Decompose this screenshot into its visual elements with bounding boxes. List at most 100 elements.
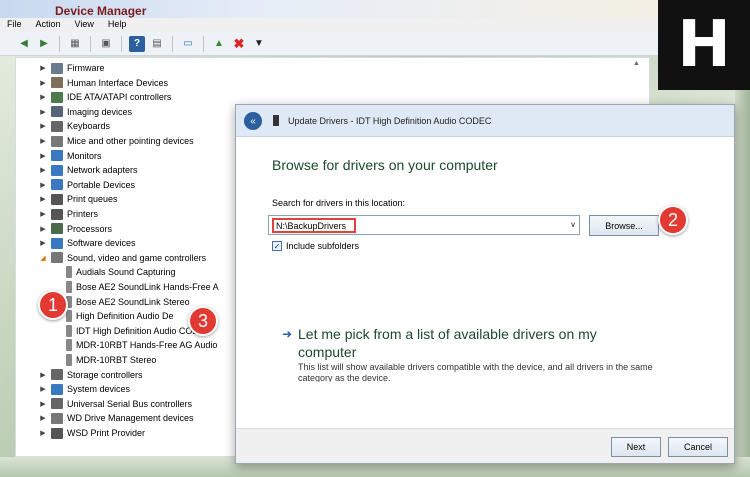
collapsed-arrow-icon[interactable]: ▶ xyxy=(38,429,48,437)
driver-path-combobox[interactable]: ∨ xyxy=(268,215,580,235)
collapsed-arrow-icon[interactable]: ▶ xyxy=(38,371,48,379)
tree-category[interactable]: ▶ Print queues xyxy=(38,192,118,206)
menu-bar: File Action View Help xyxy=(0,18,680,32)
back-arrow-icon[interactable]: ◀ xyxy=(16,36,32,52)
device-icon xyxy=(51,106,63,118)
step-badge-3: 3 xyxy=(188,306,218,336)
tree-item-label: Sound, video and game controllers xyxy=(67,252,207,263)
device-icon xyxy=(51,252,63,264)
monitor-scan-icon[interactable]: ▭ xyxy=(180,36,196,52)
tree-device[interactable]: Bose AE2 SoundLink Stereo xyxy=(58,295,190,309)
tree-category[interactable]: ▶ System devices xyxy=(38,382,130,396)
tree-category[interactable]: ▶ Keyboards xyxy=(38,119,110,133)
disable-icon[interactable]: ▼ xyxy=(251,36,267,52)
tree-category[interactable]: ◢ Sound, video and game controllers xyxy=(38,251,206,265)
collapsed-arrow-icon[interactable]: ▶ xyxy=(38,181,48,189)
collapsed-arrow-icon[interactable]: ▶ xyxy=(38,414,48,422)
tree-item-label: WD Drive Management devices xyxy=(67,413,194,424)
tree-category[interactable]: ▶ Printers xyxy=(38,207,98,221)
tree-device[interactable]: MDR-10RBT Hands-Free AG Audio xyxy=(58,338,217,352)
tree-category[interactable]: ▶ WD Drive Management devices xyxy=(38,411,194,425)
device-icon xyxy=(273,115,279,126)
device-icon xyxy=(51,398,63,410)
device-icon xyxy=(66,266,72,279)
collapsed-arrow-icon[interactable]: ▶ xyxy=(38,210,48,218)
toolbar-separator xyxy=(203,35,204,52)
driver-path-input[interactable] xyxy=(272,218,356,233)
collapsed-arrow-icon[interactable]: ▶ xyxy=(38,93,48,101)
tree-category[interactable]: ▶ Software devices xyxy=(38,236,136,250)
scan-hardware-icon[interactable]: ▤ xyxy=(149,36,165,52)
toolbar-separator xyxy=(121,35,122,52)
tree-category[interactable]: ▶ Network adapters xyxy=(38,163,138,177)
collapsed-arrow-icon[interactable]: ▶ xyxy=(38,225,48,233)
menu-action[interactable]: Action xyxy=(29,18,68,32)
pick-driver-link[interactable]: Let me pick from a list of available dri… xyxy=(298,325,658,361)
tree-item-label: Printers xyxy=(67,209,99,219)
device-icon xyxy=(51,135,63,147)
collapsed-arrow-icon[interactable]: ▶ xyxy=(38,400,48,408)
include-subfolders-row[interactable]: ✓ Include subfolders xyxy=(272,241,359,251)
chevron-down-icon[interactable]: ∨ xyxy=(570,220,576,229)
collapsed-arrow-icon[interactable]: ▶ xyxy=(38,79,48,87)
show-hidden-icon[interactable]: ▣ xyxy=(98,36,114,52)
back-button[interactable]: « xyxy=(244,112,262,130)
step-badge-1: 1 xyxy=(38,290,68,320)
scroll-up-arrow[interactable]: ▲ xyxy=(633,60,643,70)
next-button[interactable]: Next xyxy=(611,437,661,457)
tree-item-label: Audials Sound Capturing xyxy=(76,267,176,278)
tree-item-label: Network adapters xyxy=(67,165,138,176)
menu-help[interactable]: Help xyxy=(101,18,134,32)
background-edge xyxy=(735,90,750,477)
tree-device[interactable]: Audials Sound Capturing xyxy=(58,265,176,279)
tree-category[interactable]: ▶ Portable Devices xyxy=(38,178,135,192)
uninstall-icon[interactable]: ✖ xyxy=(231,36,247,52)
tree-category[interactable]: ▶ IDE ATA/ATAPI controllers xyxy=(38,90,171,104)
tree-category[interactable]: ▶ Processors xyxy=(38,222,112,236)
browse-button[interactable]: Browse... xyxy=(589,215,659,236)
tree-item-label: Bose AE2 SoundLink Stereo xyxy=(76,296,190,307)
collapsed-arrow-icon[interactable]: ▶ xyxy=(38,385,48,393)
page-heading: Browse for drivers on your computer xyxy=(272,157,498,173)
toolbar-separator xyxy=(59,35,60,52)
forward-arrow-icon[interactable]: ▶ xyxy=(36,36,52,52)
tree-category[interactable]: ▶ WSD Print Provider xyxy=(38,426,145,440)
collapsed-arrow-icon[interactable]: ▶ xyxy=(38,108,48,116)
dialog-footer: Next Cancel xyxy=(236,428,734,463)
tree-category[interactable]: ▶ Storage controllers xyxy=(38,368,143,382)
tree-item-label: Portable Devices xyxy=(67,179,136,190)
cancel-button[interactable]: Cancel xyxy=(668,437,728,457)
tree-category[interactable]: ▶ Universal Serial Bus controllers xyxy=(38,397,192,411)
properties-icon[interactable]: ▦ xyxy=(67,36,83,52)
tree-category[interactable]: ▶ Firmware xyxy=(38,61,105,75)
include-subfolders-checkbox[interactable]: ✓ xyxy=(272,241,282,251)
toolbar-separator xyxy=(172,35,173,52)
device-manager-titlebar: Device Manager xyxy=(0,0,680,18)
update-driver-icon[interactable]: ▲ xyxy=(211,36,227,52)
tree-item-label: MDR-10RBT Stereo xyxy=(76,355,157,365)
update-drivers-window: « Update Drivers - IDT High Definition A… xyxy=(235,104,735,464)
tree-item-label: Keyboards xyxy=(67,121,111,132)
tree-category[interactable]: ▶ Imaging devices xyxy=(38,105,132,119)
expanded-arrow-icon[interactable]: ◢ xyxy=(38,254,48,262)
tree-category[interactable]: ▶ Human Interface Devices xyxy=(38,76,168,90)
device-icon xyxy=(51,237,63,249)
collapsed-arrow-icon[interactable]: ▶ xyxy=(38,195,48,203)
update-drivers-title: Update Drivers - IDT High Definition Aud… xyxy=(288,116,492,126)
collapsed-arrow-icon[interactable]: ▶ xyxy=(38,166,48,174)
menu-file[interactable]: File xyxy=(0,18,29,32)
tree-category[interactable]: ▶ Mice and other pointing devices xyxy=(38,134,194,148)
menu-view[interactable]: View xyxy=(68,18,101,32)
tree-device[interactable]: MDR-10RBT Stereo xyxy=(58,353,156,367)
collapsed-arrow-icon[interactable]: ▶ xyxy=(38,64,48,72)
tree-device[interactable]: Bose AE2 SoundLink Hands-Free A xyxy=(58,280,219,294)
tree-item-label: System devices xyxy=(67,384,131,395)
tree-device[interactable]: High Definition Audio De xyxy=(58,309,174,323)
include-subfolders-label: Include subfolders xyxy=(286,241,360,251)
collapsed-arrow-icon[interactable]: ▶ xyxy=(38,137,48,145)
collapsed-arrow-icon[interactable]: ▶ xyxy=(38,122,48,130)
collapsed-arrow-icon[interactable]: ▶ xyxy=(38,239,48,247)
collapsed-arrow-icon[interactable]: ▶ xyxy=(38,152,48,160)
tree-category[interactable]: ▶ Monitors xyxy=(38,149,102,163)
help-icon[interactable]: ? xyxy=(129,35,145,52)
